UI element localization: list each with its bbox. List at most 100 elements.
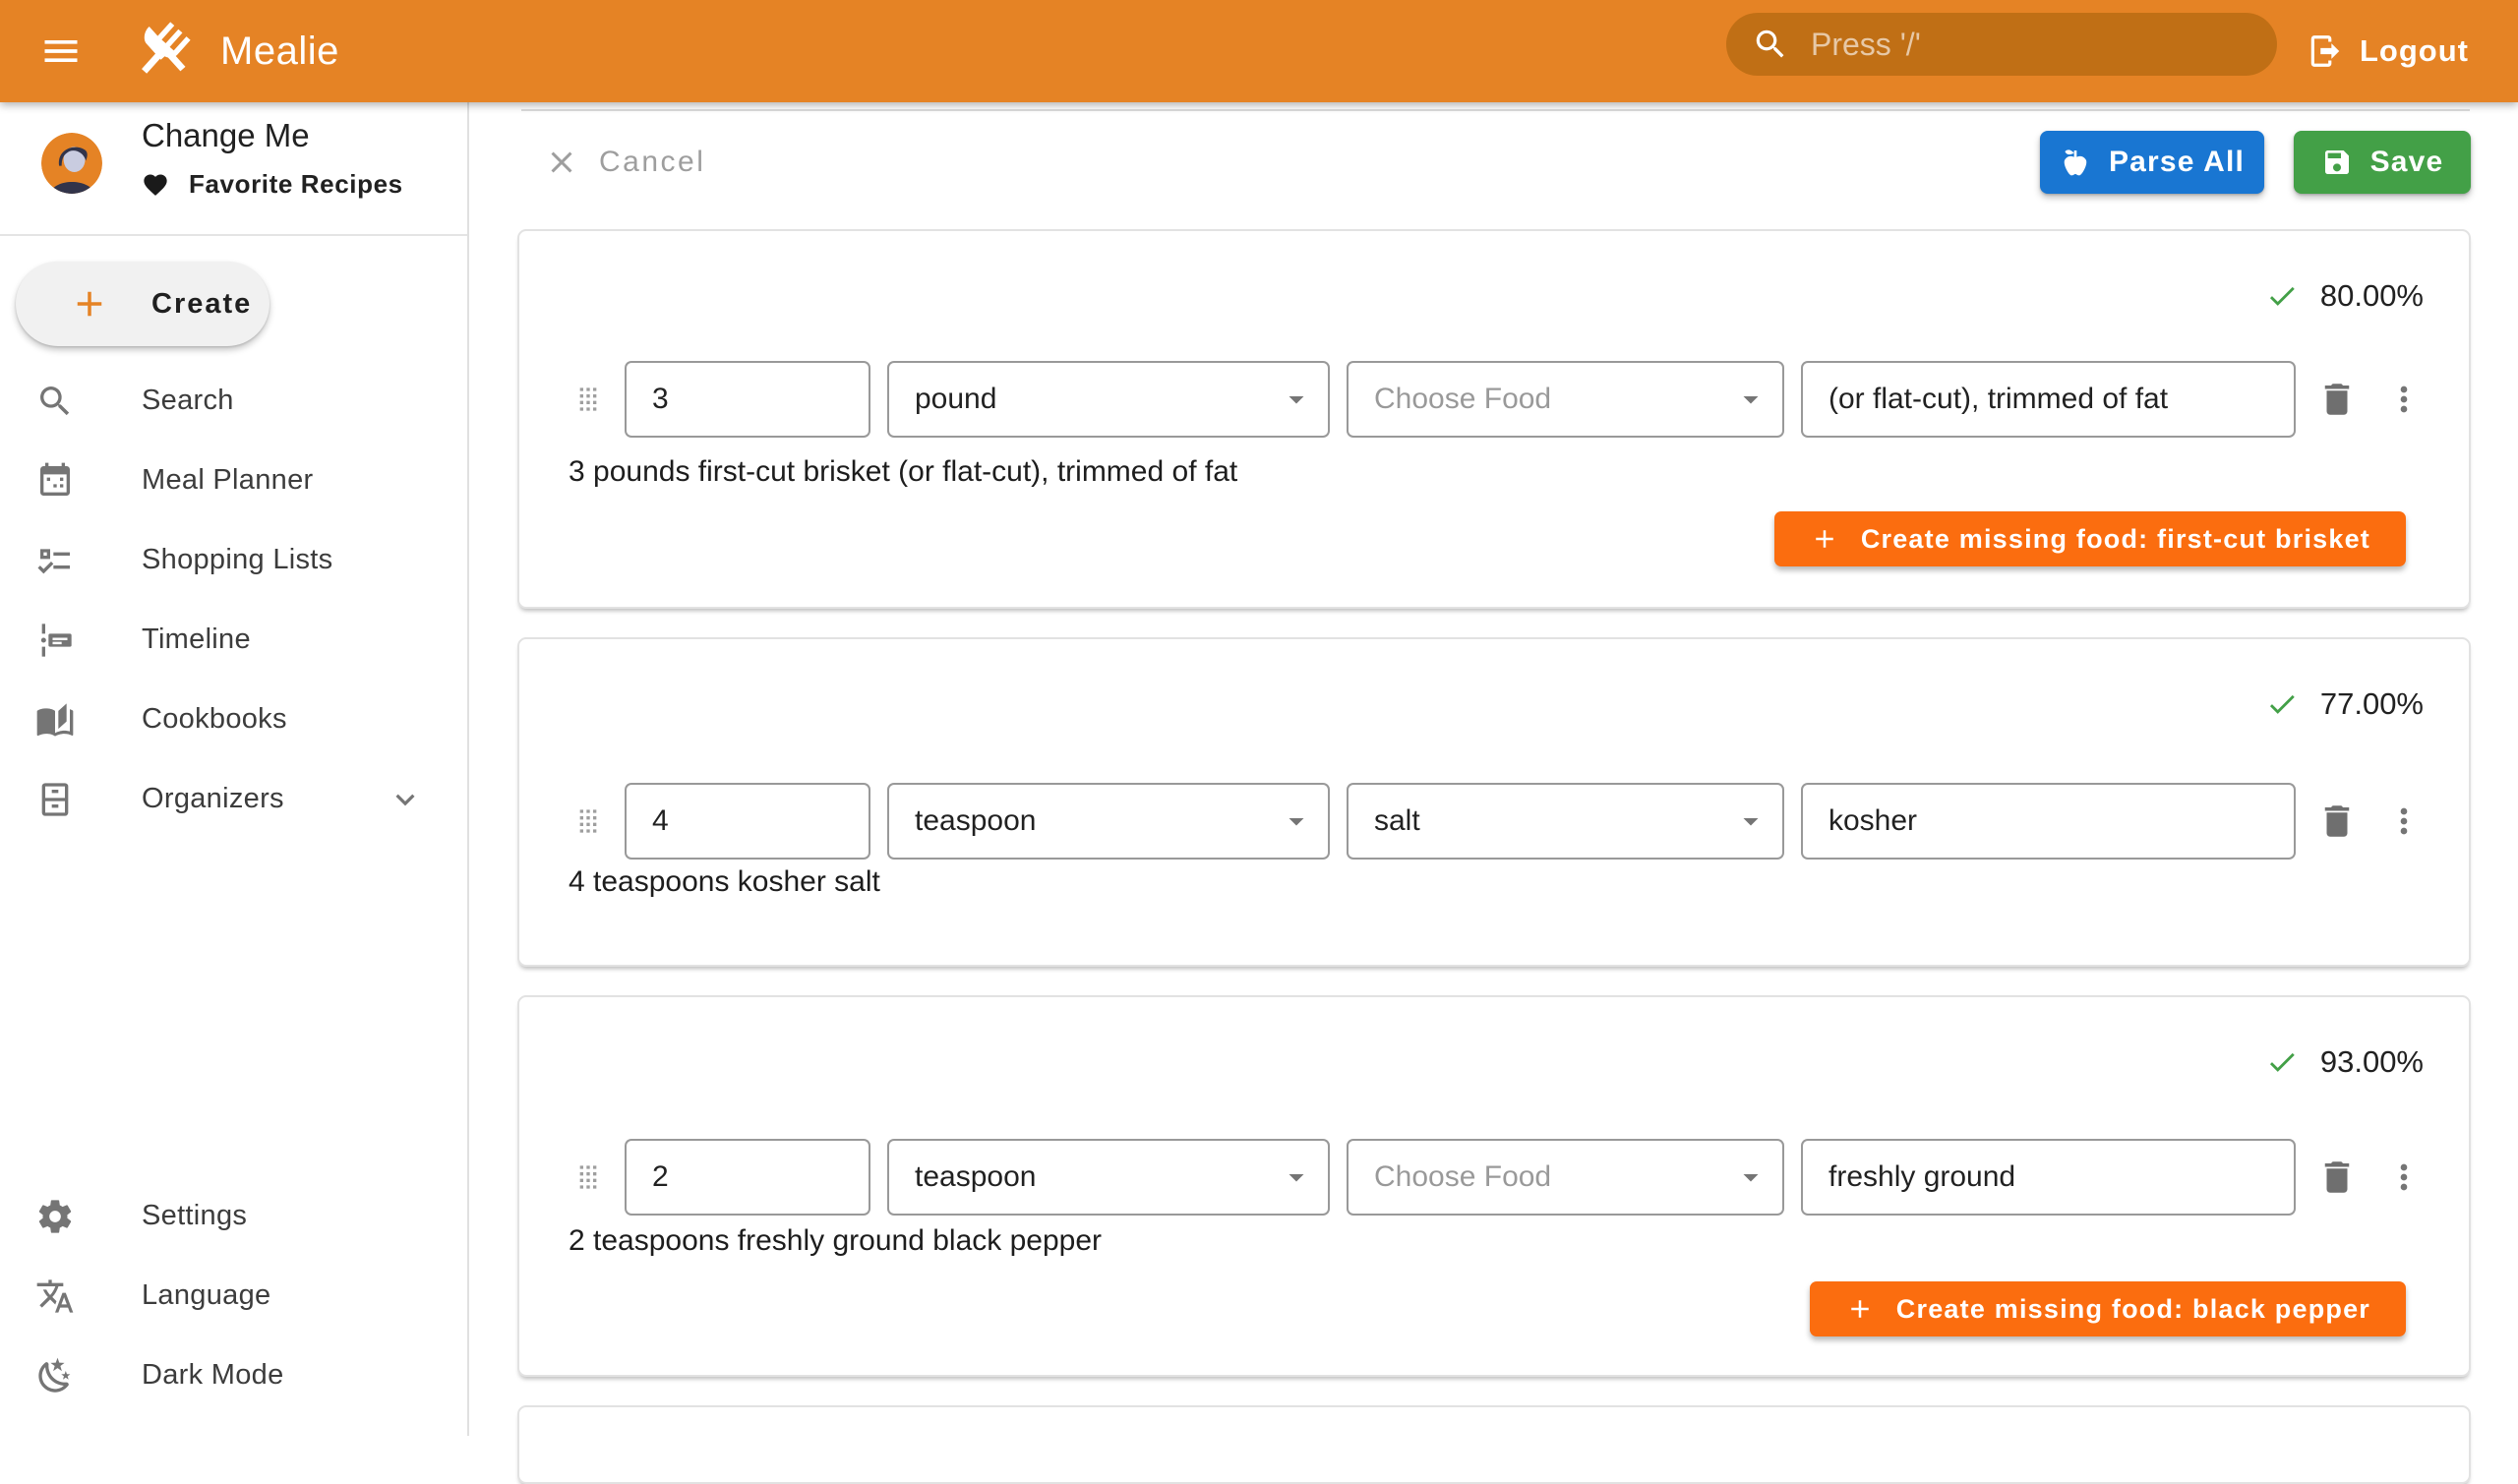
ingredient-card: 80.00% 3 pounds first-cut brisket (or fl…: [517, 229, 2471, 609]
user-section[interactable]: Change Me Favorite Recipes: [0, 102, 467, 236]
ingredient-card: [517, 1405, 2471, 1484]
card-actions: Create missing food: black pepper: [1810, 1281, 2406, 1336]
original-ingredient-text: 3 pounds first-cut brisket (or flat-cut)…: [569, 455, 2410, 489]
kebab-icon: [2384, 801, 2424, 841]
delete-button[interactable]: [2311, 1152, 2363, 1203]
food-select[interactable]: [1347, 783, 1784, 860]
check-icon: [2265, 1045, 2299, 1079]
trash-icon: [2316, 801, 2358, 842]
sidebar-item-settings[interactable]: Settings: [0, 1176, 467, 1256]
global-search-input[interactable]: [1811, 27, 2251, 63]
confidence-badge: 80.00%: [2265, 278, 2424, 314]
favorite-recipes-link[interactable]: Favorite Recipes: [142, 169, 403, 200]
heart-icon: [142, 171, 169, 199]
sidebar-item-dark-mode[interactable]: Dark Mode: [0, 1336, 467, 1415]
food-select[interactable]: [1347, 361, 1784, 438]
original-ingredient-text: 4 teaspoons kosher salt: [569, 865, 2410, 899]
unit-select[interactable]: [887, 361, 1330, 438]
save-icon: [2321, 147, 2353, 178]
parse-all-button[interactable]: Parse All: [2040, 131, 2264, 194]
plus-icon: [1810, 524, 1839, 554]
sidebar-item-meal-planner[interactable]: Meal Planner: [0, 441, 467, 520]
logout-button[interactable]: Logout: [2307, 20, 2469, 83]
confidence-badge: 77.00%: [2265, 686, 2424, 722]
sidebar-footer: Settings Language Dark Mode: [0, 1176, 467, 1415]
quantity-input[interactable]: [627, 804, 869, 838]
sidebar-item-shopping-lists[interactable]: Shopping Lists: [0, 520, 467, 600]
parser-toolbar: Cancel Parse All Save: [517, 128, 2471, 197]
gear-icon: [35, 1197, 75, 1236]
ingredient-fields-row: [519, 783, 2469, 860]
trash-icon: [2316, 1157, 2358, 1198]
create-button[interactable]: Create: [16, 262, 270, 346]
main-content: Cancel Parse All Save 80.00%: [469, 102, 2518, 1436]
note-input[interactable]: [1803, 804, 2294, 838]
cabinet-icon: [35, 780, 75, 819]
moon-icon: [35, 1356, 75, 1395]
favorite-recipes-label: Favorite Recipes: [189, 169, 403, 200]
logout-icon: [2307, 32, 2344, 70]
sidebar-item-language[interactable]: Language: [0, 1256, 467, 1336]
delete-button[interactable]: [2311, 374, 2363, 425]
user-name: Change Me: [142, 117, 310, 154]
ingredient-fields-row: [519, 361, 2469, 438]
ingredient-fields-row: [519, 1139, 2469, 1216]
sidebar-item-cookbooks[interactable]: Cookbooks: [0, 680, 467, 759]
more-options-button[interactable]: [2378, 1152, 2429, 1203]
check-icon: [2265, 687, 2299, 721]
unit-select[interactable]: [887, 783, 1330, 860]
delete-button[interactable]: [2311, 796, 2363, 847]
content-divider: [521, 109, 2470, 111]
calendar-icon: [35, 461, 75, 501]
create-missing-food-button[interactable]: Create missing food: first-cut brisket: [1774, 511, 2406, 566]
logout-label: Logout: [2360, 33, 2469, 69]
translate-icon: [35, 1276, 75, 1316]
trash-icon: [2316, 379, 2358, 420]
save-button[interactable]: Save: [2294, 131, 2471, 194]
app-title: Mealie: [220, 30, 339, 74]
cancel-button[interactable]: Cancel: [517, 131, 725, 194]
drag-handle-icon[interactable]: [569, 1154, 608, 1201]
book-icon: [35, 700, 75, 740]
search-icon: [1752, 26, 1789, 63]
plus-icon: [1845, 1294, 1875, 1324]
note-input[interactable]: [1803, 1160, 2294, 1194]
sidebar-item-organizers[interactable]: Organizers: [0, 759, 467, 839]
card-actions: Create missing food: first-cut brisket: [1774, 511, 2406, 566]
fork-knife-logo-icon: [130, 19, 195, 84]
quantity-input[interactable]: [627, 1160, 869, 1194]
drag-handle-icon[interactable]: [569, 798, 608, 845]
plus-icon: [69, 283, 110, 325]
close-icon: [544, 145, 579, 180]
timeline-icon: [35, 621, 75, 660]
more-options-button[interactable]: [2378, 796, 2429, 847]
unit-select[interactable]: [887, 1139, 1330, 1216]
apple-icon: [2060, 147, 2091, 178]
app-bar: Mealie Logout: [0, 0, 2518, 102]
checklist-icon: [35, 541, 75, 580]
more-options-button[interactable]: [2378, 374, 2429, 425]
create-missing-food-button[interactable]: Create missing food: black pepper: [1810, 1281, 2406, 1336]
confidence-badge: 93.00%: [2265, 1044, 2424, 1080]
avatar[interactable]: [41, 133, 102, 194]
create-label: Create: [151, 288, 252, 321]
check-icon: [2265, 279, 2299, 313]
search-icon: [35, 382, 75, 421]
menu-button[interactable]: [30, 20, 92, 83]
note-input[interactable]: [1803, 383, 2294, 416]
menu-icon: [39, 30, 83, 73]
quantity-input[interactable]: [627, 383, 869, 416]
kebab-icon: [2384, 380, 2424, 419]
sidebar-item-search[interactable]: Search: [0, 361, 467, 441]
original-ingredient-text: 2 teaspoons freshly ground black pepper: [569, 1224, 2410, 1258]
global-search[interactable]: [1726, 13, 2277, 76]
sidebar-item-timeline[interactable]: Timeline: [0, 600, 467, 680]
ingredient-card: 93.00% 2 teaspoons freshly ground black …: [517, 995, 2471, 1377]
drag-handle-icon[interactable]: [569, 376, 608, 423]
chevron-down-icon[interactable]: [387, 781, 424, 818]
sidebar-nav: Search Meal Planner Shopping Lists Timel…: [0, 361, 467, 839]
ingredient-card: 77.00% 4 teaspoons kosher salt: [517, 637, 2471, 967]
sidebar: Change Me Favorite Recipes Create Search…: [0, 102, 469, 1436]
kebab-icon: [2384, 1158, 2424, 1197]
food-select[interactable]: [1347, 1139, 1784, 1216]
